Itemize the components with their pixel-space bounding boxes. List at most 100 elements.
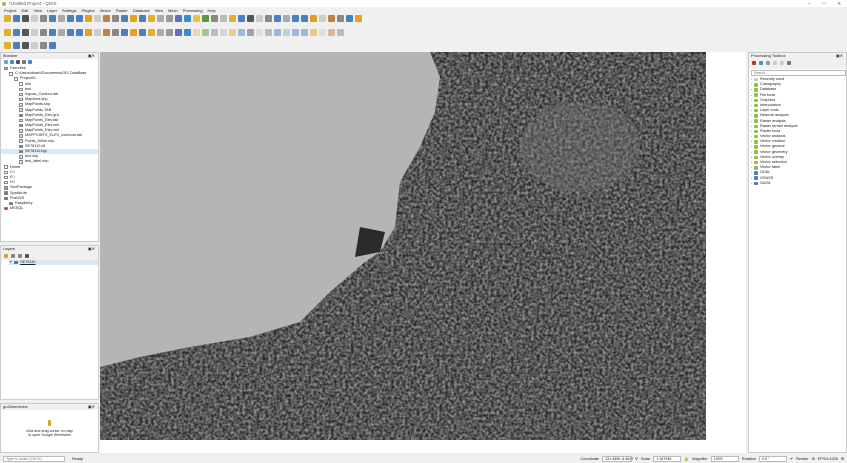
toolbar-button-icon[interactable] (49, 41, 56, 49)
toolbar-button-icon[interactable] (337, 28, 344, 36)
menu-web[interactable]: Web (155, 8, 163, 13)
toolbar-button-icon[interactable] (31, 41, 38, 49)
toolbar-button-icon[interactable] (229, 28, 236, 36)
toolbar-button-icon[interactable] (103, 28, 110, 36)
toolbar-button-icon[interactable] (31, 14, 38, 22)
toolbar-button-icon[interactable] (247, 28, 254, 36)
close-panel-icon[interactable]: ▣✕ (88, 246, 95, 252)
toolbar-button-icon[interactable] (94, 28, 101, 36)
toolbar-button-icon[interactable] (319, 14, 326, 22)
toolbar-button-icon[interactable] (4, 28, 11, 36)
toolbar-button-icon[interactable] (166, 28, 173, 36)
menu-database[interactable]: Database (133, 8, 150, 13)
toolbar-button-icon[interactable] (256, 14, 263, 22)
crs-button[interactable]: EPSG:4326 (818, 457, 838, 461)
toolbar-button-icon[interactable] (337, 14, 344, 22)
toolbar-button-icon[interactable] (22, 41, 29, 49)
map-canvas[interactable] (100, 52, 746, 453)
toolbar-button-icon[interactable] (76, 28, 83, 36)
toolbar-button-icon[interactable] (94, 14, 101, 22)
menu-project[interactable]: Project (4, 8, 16, 13)
toolbar-button-icon[interactable] (40, 14, 47, 22)
browser-item[interactable]: C:\Users\dhanli\Documents\GIS DataBase (1, 71, 98, 76)
toolbar-button-icon[interactable] (157, 14, 164, 22)
close-panel-icon[interactable]: ▣✕ (88, 53, 95, 59)
toolbar-button-icon[interactable] (265, 14, 272, 22)
toolbar-button-icon[interactable] (40, 41, 47, 49)
menu-layer[interactable]: Layer (47, 8, 57, 13)
toolbox-item[interactable]: › SAGA (751, 181, 846, 186)
toolbar-button-icon[interactable] (274, 14, 281, 22)
toolbar-button-icon[interactable] (229, 14, 236, 22)
toolbar-button-icon[interactable] (220, 28, 227, 36)
toolbar-button-icon[interactable] (22, 14, 29, 22)
toolbar-button-icon[interactable] (112, 14, 119, 22)
toolbar-button-icon[interactable] (13, 28, 20, 36)
toolbar-button-icon[interactable] (148, 14, 155, 22)
close-panel-icon[interactable]: ▣✕ (88, 404, 95, 410)
toolbar-button-icon[interactable] (148, 28, 155, 36)
toolbar-button-icon[interactable] (211, 28, 218, 36)
rotation-field[interactable]: 0.0 ° (758, 455, 787, 462)
toolbar-button-icon[interactable] (130, 28, 137, 36)
menu-help[interactable]: Help (208, 8, 216, 13)
pegman-icon[interactable] (48, 420, 51, 426)
render-checkbox[interactable]: ✔ (790, 456, 793, 461)
toolbar-button-icon[interactable] (184, 28, 191, 36)
toolbar-button-icon[interactable] (256, 28, 263, 36)
menu-settings[interactable]: Settings (62, 8, 76, 13)
toolbar-button-icon[interactable] (58, 14, 65, 22)
toolbar-button-icon[interactable] (40, 28, 47, 36)
maximize-button[interactable]: □ (823, 1, 826, 7)
close-panel-icon[interactable]: ▣✕ (836, 53, 843, 59)
toolbar-button-icon[interactable] (283, 28, 290, 36)
close-button[interactable]: ✕ (837, 1, 841, 7)
browser-item[interactable]: MSSQL (1, 206, 98, 211)
toolbar-button-icon[interactable] (310, 28, 317, 36)
menu-edit[interactable]: Edit (21, 8, 28, 13)
toolbar-button-icon[interactable] (13, 14, 20, 22)
toolbar-button-icon[interactable] (310, 14, 317, 22)
toolbar-button-icon[interactable] (130, 14, 137, 22)
toolbar-button-icon[interactable] (67, 14, 74, 22)
toolbar-button-icon[interactable] (49, 14, 56, 22)
coordinate-field[interactable]: 131.4806,-6.4647 (602, 455, 633, 462)
toolbar-button-icon[interactable] (202, 28, 209, 36)
lock-icon[interactable]: 🔒 (684, 456, 689, 461)
toolbar-button-icon[interactable] (67, 28, 74, 36)
menu-raster[interactable]: Raster (116, 8, 128, 13)
toolbar-button-icon[interactable] (139, 28, 146, 36)
toolbar-button-icon[interactable] (85, 28, 92, 36)
toolbar-button-icon[interactable] (22, 28, 29, 36)
toolbar-button-icon[interactable] (13, 41, 20, 49)
toolbar-button-icon[interactable] (193, 14, 200, 22)
toolbar-button-icon[interactable] (247, 14, 254, 22)
scale-dropdown[interactable]: 1:167948 (653, 455, 682, 462)
locator-input[interactable] (3, 455, 65, 462)
toolbar-button-icon[interactable] (121, 14, 128, 22)
toolbar-button-icon[interactable] (58, 28, 65, 36)
toolbar-button-icon[interactable] (175, 28, 182, 36)
toolbar-button-icon[interactable] (193, 28, 200, 36)
layer-item-se78110[interactable]: ✔ SE78110 (9, 260, 98, 266)
expand-icon[interactable]: › (751, 181, 752, 186)
toolbar-button-icon[interactable] (157, 28, 164, 36)
toolbar-button-icon[interactable] (175, 14, 182, 22)
menu-mesh[interactable]: Mesh (168, 8, 178, 13)
toolbar-button-icon[interactable] (301, 28, 308, 36)
menu-vector[interactable]: Vector (100, 8, 111, 13)
toolbar-button-icon[interactable] (76, 14, 83, 22)
toolbar-button-icon[interactable] (238, 28, 245, 36)
toolbar-button-icon[interactable] (31, 28, 38, 36)
toolbar-button-icon[interactable] (112, 28, 119, 36)
toolbar-button-icon[interactable] (265, 28, 272, 36)
magnifier-field[interactable]: 100% (710, 455, 739, 462)
toolbar-button-icon[interactable] (103, 14, 110, 22)
toolbar-button-icon[interactable] (211, 14, 218, 22)
toolbar-button-icon[interactable] (202, 14, 209, 22)
toolbar-button-icon[interactable] (184, 14, 191, 22)
menu-view[interactable]: View (33, 8, 42, 13)
layer-checkbox[interactable]: ✔ (9, 260, 12, 265)
toolbar-button-icon[interactable] (283, 14, 290, 22)
toolbar-button-icon[interactable] (274, 28, 281, 36)
